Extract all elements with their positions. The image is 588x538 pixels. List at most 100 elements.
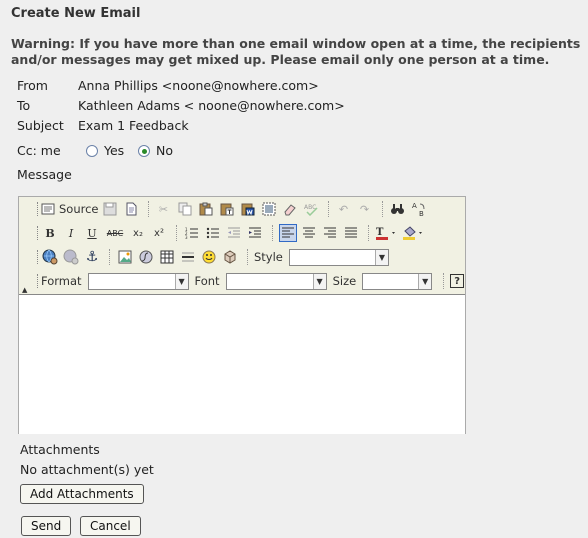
outdent-icon[interactable] [225, 224, 243, 242]
toolbar-grip [37, 226, 41, 240]
attachments-empty-text: No attachment(s) yet [20, 462, 154, 477]
paste-icon[interactable] [197, 200, 215, 218]
toolbar-separator [109, 249, 111, 265]
link-icon[interactable] [41, 248, 59, 266]
spellcheck-icon[interactable]: ABC [302, 200, 320, 218]
underline-icon[interactable]: U [83, 224, 101, 242]
toolbar-separator [176, 225, 178, 241]
toolbar-separator [272, 225, 274, 241]
indent-icon[interactable] [246, 224, 264, 242]
cc-no-radio[interactable] [138, 145, 150, 157]
select-all-icon[interactable] [260, 200, 278, 218]
attachments-label: Attachments [20, 442, 100, 457]
add-attachments-button[interactable]: Add Attachments [20, 484, 144, 504]
toolbar-grip [37, 202, 41, 216]
subscript-icon[interactable]: x₂ [129, 224, 147, 242]
cc-label: Cc: me [17, 143, 61, 158]
warning-text: Warning: If you have more than one email… [11, 36, 581, 67]
page-title: Create New Email [11, 6, 141, 21]
from-value: Anna Phillips <noone@nowhere.com> [78, 78, 319, 93]
strikethrough-icon[interactable]: ABC [104, 224, 126, 242]
cc-no-label: No [156, 143, 173, 158]
subject-label: Subject [17, 118, 64, 133]
superscript-icon[interactable]: x² [150, 224, 168, 242]
flash-icon[interactable] [137, 248, 155, 266]
smiley-icon[interactable] [200, 248, 218, 266]
to-value: Kathleen Adams < noone@nowhere.com> [78, 98, 345, 113]
redo-icon[interactable]: ↷ [356, 200, 374, 218]
send-button[interactable]: Send [21, 516, 72, 536]
help-icon[interactable]: ? [450, 274, 465, 288]
cc-row: Cc: me Yes No [17, 142, 217, 160]
toolbar-row-3: ⚓ Style ▼ [19, 245, 465, 269]
justify-icon[interactable] [342, 224, 360, 242]
italic-icon[interactable]: I [62, 224, 80, 242]
chevron-down-icon: ▼ [374, 249, 388, 265]
chevron-down-icon: ▼ [174, 273, 188, 289]
cc-no-option[interactable]: No [138, 142, 173, 160]
toolbar-grip [37, 250, 41, 264]
align-right-icon[interactable] [321, 224, 339, 242]
background-color-icon[interactable] [402, 224, 426, 242]
replace-icon[interactable]: AB [410, 200, 428, 218]
anchor-icon[interactable]: ⚓ [83, 248, 101, 266]
image-icon[interactable] [116, 248, 134, 266]
special-char-icon[interactable] [221, 248, 239, 266]
source-icon[interactable]: Source [41, 200, 99, 218]
svg-text:3: 3 [185, 235, 188, 240]
toolbar-separator [368, 225, 370, 241]
rich-text-editor: Source ✂ ABC ↶ ↷ AB B I U ABC x₂ x² 123 [18, 196, 466, 434]
toolbar-separator [147, 201, 150, 217]
message-body-editor[interactable] [19, 294, 465, 434]
numbered-list-icon[interactable]: 123 [183, 224, 201, 242]
horizontal-rule-icon[interactable] [179, 248, 197, 266]
svg-text:A: A [412, 202, 417, 210]
toolbar-separator [247, 249, 249, 265]
source-label: Source [59, 202, 99, 216]
table-icon[interactable] [158, 248, 176, 266]
cancel-button[interactable]: Cancel [80, 516, 141, 536]
message-label: Message [17, 167, 72, 182]
paste-word-icon[interactable] [239, 200, 257, 218]
copy-icon[interactable] [176, 200, 194, 218]
svg-text:T: T [376, 227, 384, 238]
chevron-down-icon: ▼ [418, 273, 432, 289]
font-label: Font [194, 274, 220, 288]
subject-value: Exam 1 Feedback [78, 118, 189, 133]
undo-icon[interactable]: ↶ [335, 200, 353, 218]
toolbar-row-2: B I U ABC x₂ x² 123 T [19, 221, 465, 245]
cc-yes-label: Yes [104, 143, 125, 158]
cc-yes-option[interactable]: Yes [86, 142, 124, 160]
format-dropdown[interactable]: ▼ [87, 272, 189, 290]
find-icon[interactable] [389, 200, 407, 218]
font-dropdown[interactable]: ▼ [225, 272, 327, 290]
toolbar-separator [381, 201, 384, 217]
bullet-list-icon[interactable] [204, 224, 222, 242]
collapse-toolbar-icon[interactable]: ▲ [22, 286, 27, 294]
text-color-icon[interactable]: T [375, 224, 399, 242]
style-label: Style [254, 250, 283, 264]
size-dropdown[interactable]: ▼ [362, 272, 433, 290]
cut-icon[interactable]: ✂ [155, 200, 173, 218]
align-center-icon[interactable] [300, 224, 318, 242]
save-icon[interactable] [101, 200, 119, 218]
bold-icon[interactable]: B [41, 224, 59, 242]
paste-text-icon[interactable] [218, 200, 236, 218]
to-label: To [17, 98, 31, 113]
eraser-icon[interactable] [281, 200, 299, 218]
chevron-down-icon: ▼ [312, 273, 326, 289]
from-label: From [17, 78, 48, 93]
unlink-icon[interactable] [62, 248, 80, 266]
toolbar-grip [37, 274, 41, 288]
format-label: Format [41, 274, 82, 288]
svg-text:B: B [419, 210, 424, 217]
toolbar-row-4: Format ▼ Font ▼ Size ▼ ? [19, 269, 465, 293]
toolbar-row-1: Source ✂ ABC ↶ ↷ AB [19, 197, 465, 221]
align-left-icon[interactable] [279, 224, 297, 242]
size-label: Size [332, 274, 357, 288]
cc-yes-radio[interactable] [86, 145, 98, 157]
new-page-icon[interactable] [122, 200, 140, 218]
style-dropdown[interactable]: ▼ [288, 248, 389, 266]
toolbar-separator [443, 273, 445, 289]
toolbar-separator [327, 201, 330, 217]
